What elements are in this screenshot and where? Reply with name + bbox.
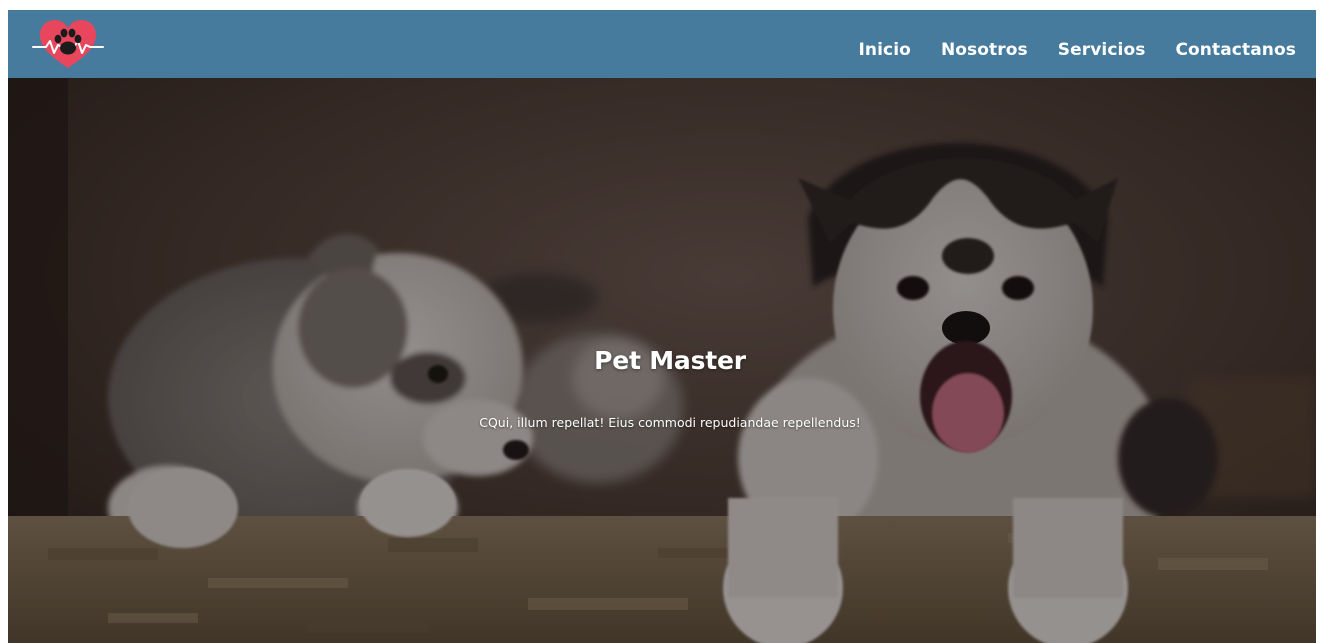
nav-link-nosotros[interactable]: Nosotros — [941, 29, 1028, 60]
hero-subtitle: CQui, illum repellat! Eius commodi repud… — [479, 415, 861, 430]
hero-content: Pet Master CQui, illum repellat! Eius co… — [8, 78, 1316, 643]
hero-banner: Pet Master CQui, illum repellat! Eius co… — [8, 78, 1316, 643]
nav-link-inicio[interactable]: Inicio — [859, 29, 911, 60]
main-nav: Inicio Nosotros Servicios Contactanos — [859, 10, 1297, 78]
heart-paw-heartbeat-icon — [32, 20, 104, 68]
logo-link[interactable] — [32, 17, 104, 71]
hero-title: Pet Master — [594, 346, 746, 375]
nav-link-servicios[interactable]: Servicios — [1058, 29, 1146, 60]
nav-link-contactanos[interactable]: Contactanos — [1175, 29, 1296, 60]
navbar: Inicio Nosotros Servicios Contactanos — [8, 10, 1316, 78]
page: Inicio Nosotros Servicios Contactanos Pe… — [8, 10, 1316, 643]
